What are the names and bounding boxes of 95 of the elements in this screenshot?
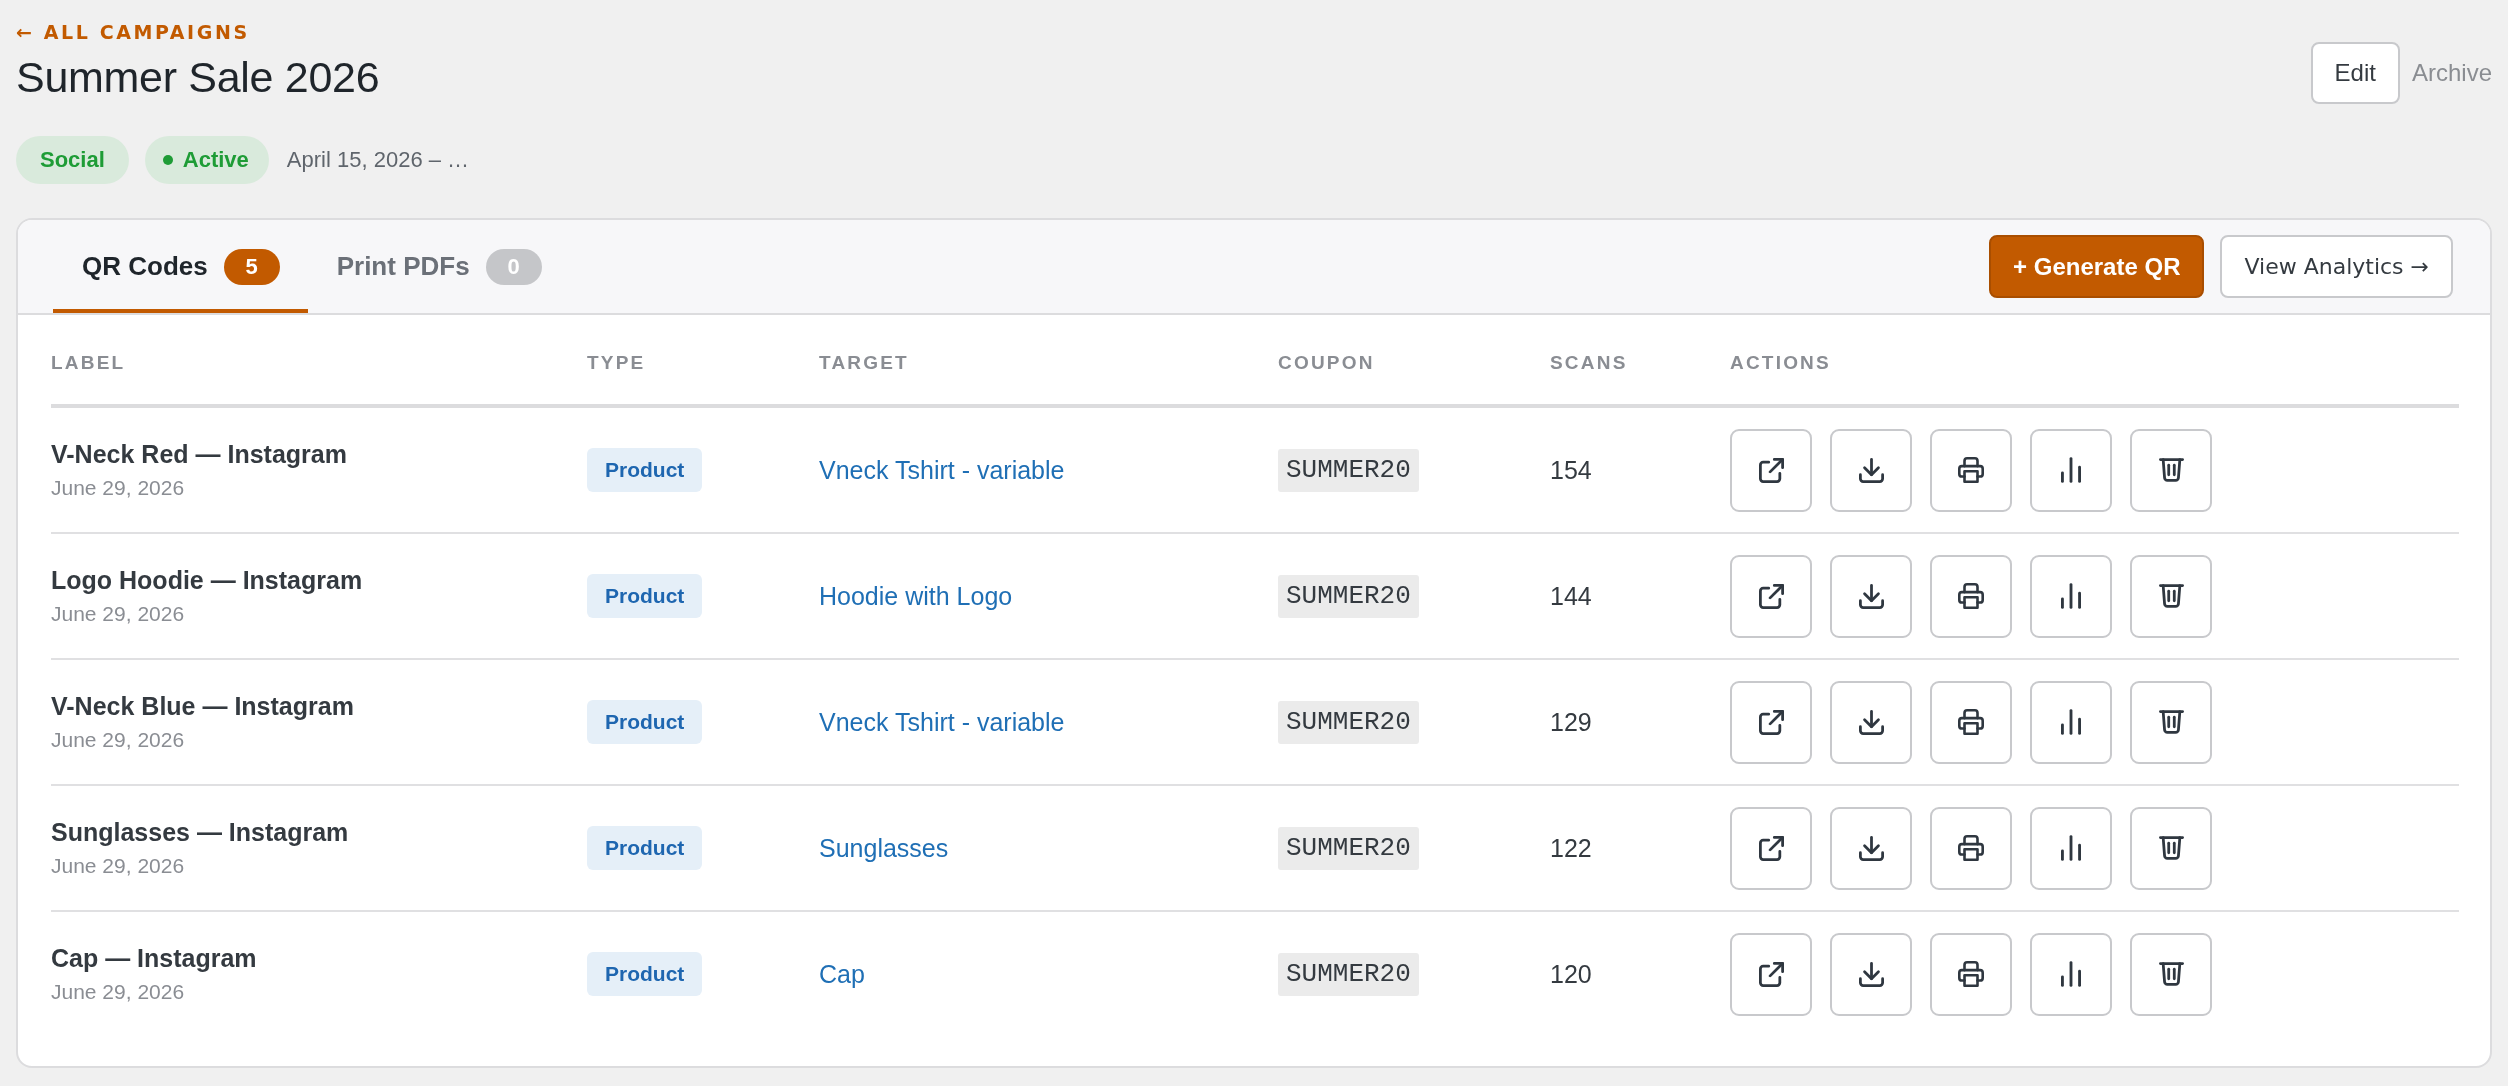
created-date: June 29, 2026 bbox=[51, 601, 185, 627]
created-date: June 29, 2026 bbox=[51, 727, 185, 753]
scan-count: 144 bbox=[1550, 581, 1592, 611]
bar-chart-icon bbox=[2061, 457, 2081, 483]
view-analytics-button[interactable]: View Analytics → bbox=[2220, 235, 2453, 298]
printer-icon bbox=[1958, 457, 1984, 483]
scan-count: 154 bbox=[1550, 455, 1592, 485]
printer-icon bbox=[1958, 709, 1984, 735]
print-button[interactable] bbox=[1930, 680, 2012, 764]
download-button[interactable] bbox=[1830, 428, 1912, 512]
target-link[interactable]: Cap bbox=[819, 959, 865, 989]
download-icon bbox=[1858, 961, 1884, 987]
download-icon bbox=[1858, 709, 1884, 735]
external-link-icon bbox=[1758, 709, 1784, 735]
type-badge: Product bbox=[587, 574, 703, 618]
created-date: June 29, 2026 bbox=[51, 853, 185, 879]
trash-icon bbox=[2158, 836, 2184, 860]
trash-icon bbox=[2158, 962, 2184, 986]
download-icon bbox=[1858, 457, 1884, 483]
printer-icon bbox=[1958, 961, 1984, 987]
external-link-icon bbox=[1758, 835, 1784, 861]
count-badge: 0 bbox=[485, 248, 542, 285]
column-header: TARGET bbox=[819, 351, 910, 375]
type-badge: Product bbox=[587, 700, 703, 744]
open-link-button[interactable] bbox=[1730, 932, 1812, 1016]
download-button[interactable] bbox=[1830, 932, 1912, 1016]
delete-button[interactable] bbox=[2130, 680, 2212, 764]
back-link[interactable]: ← ALL CAMPAIGNS bbox=[16, 20, 250, 44]
open-link-button[interactable] bbox=[1730, 680, 1812, 764]
scan-count: 120 bbox=[1550, 959, 1592, 989]
qr-label: Logo Hoodie — Instagram bbox=[51, 565, 363, 595]
channel-tag: Social bbox=[16, 136, 129, 184]
tab[interactable]: Print PDFs 0 bbox=[307, 220, 570, 313]
status-dot-icon bbox=[162, 155, 173, 165]
printer-icon bbox=[1958, 835, 1984, 861]
trash-icon bbox=[2158, 584, 2184, 608]
external-link-icon bbox=[1758, 583, 1784, 609]
qr-label: V-Neck Blue — Instagram bbox=[51, 691, 354, 721]
page-title: Summer Sale 2026 bbox=[16, 52, 380, 102]
column-header: TYPE bbox=[587, 351, 647, 375]
target-link[interactable]: Vneck Tshirt - variable bbox=[819, 707, 1065, 737]
bar-chart-icon bbox=[2061, 961, 2081, 987]
created-date: June 29, 2026 bbox=[51, 979, 185, 1005]
qr-label: Sunglasses — Instagram bbox=[51, 817, 349, 847]
column-header: ACTIONS bbox=[1730, 351, 1832, 375]
date-range: April 15, 2026 – … bbox=[286, 147, 470, 173]
delete-button[interactable] bbox=[2130, 932, 2212, 1016]
scan-count: 129 bbox=[1550, 707, 1592, 737]
open-link-button[interactable] bbox=[1730, 554, 1812, 638]
trash-icon bbox=[2158, 710, 2184, 734]
generate-qr-button[interactable]: + Generate QR bbox=[1989, 235, 2205, 298]
open-link-button[interactable] bbox=[1730, 428, 1812, 512]
bar-chart-icon bbox=[2061, 709, 2081, 735]
count-badge: 5 bbox=[223, 248, 280, 285]
tab[interactable]: QR Codes 5 bbox=[53, 220, 308, 313]
created-date: June 29, 2026 bbox=[51, 475, 185, 501]
coupon-code: SUMMER20 bbox=[1278, 826, 1419, 870]
download-icon bbox=[1858, 583, 1884, 609]
qr-label: Cap — Instagram bbox=[51, 943, 257, 973]
open-link-button[interactable] bbox=[1730, 806, 1812, 890]
edit-button[interactable]: Edit bbox=[2310, 42, 2400, 104]
print-button[interactable] bbox=[1930, 806, 2012, 890]
external-link-icon bbox=[1758, 961, 1784, 987]
print-button[interactable] bbox=[1930, 932, 2012, 1016]
coupon-code: SUMMER20 bbox=[1278, 574, 1419, 618]
qr-label: V-Neck Red — Instagram bbox=[51, 439, 347, 469]
download-button[interactable] bbox=[1830, 806, 1912, 890]
scan-count: 122 bbox=[1550, 833, 1592, 863]
download-icon bbox=[1858, 835, 1884, 861]
type-badge: Product bbox=[587, 826, 703, 870]
external-link-icon bbox=[1758, 457, 1784, 483]
target-link[interactable]: Vneck Tshirt - variable bbox=[819, 455, 1065, 485]
delete-button[interactable] bbox=[2130, 806, 2212, 890]
column-header: COUPON bbox=[1278, 351, 1376, 375]
column-header: LABEL bbox=[51, 351, 127, 375]
delete-button[interactable] bbox=[2130, 428, 2212, 512]
download-button[interactable] bbox=[1830, 680, 1912, 764]
coupon-code: SUMMER20 bbox=[1278, 952, 1419, 996]
printer-icon bbox=[1958, 583, 1984, 609]
status-label: Active bbox=[182, 147, 249, 173]
type-badge: Product bbox=[587, 952, 703, 996]
download-button[interactable] bbox=[1830, 554, 1912, 638]
delete-button[interactable] bbox=[2130, 554, 2212, 638]
bar-chart-icon bbox=[2061, 835, 2081, 861]
archive-button[interactable]: Archive bbox=[2411, 42, 2492, 104]
column-header: SCANS bbox=[1550, 351, 1629, 375]
trash-icon bbox=[2158, 458, 2184, 482]
coupon-code: SUMMER20 bbox=[1278, 700, 1419, 744]
target-link[interactable]: Hoodie with Logo bbox=[819, 581, 1013, 611]
print-button[interactable] bbox=[1930, 554, 2012, 638]
print-button[interactable] bbox=[1930, 428, 2012, 512]
target-link[interactable]: Sunglasses bbox=[819, 833, 949, 863]
coupon-code: SUMMER20 bbox=[1278, 448, 1419, 492]
type-badge: Product bbox=[587, 448, 703, 492]
bar-chart-icon bbox=[2061, 583, 2081, 609]
